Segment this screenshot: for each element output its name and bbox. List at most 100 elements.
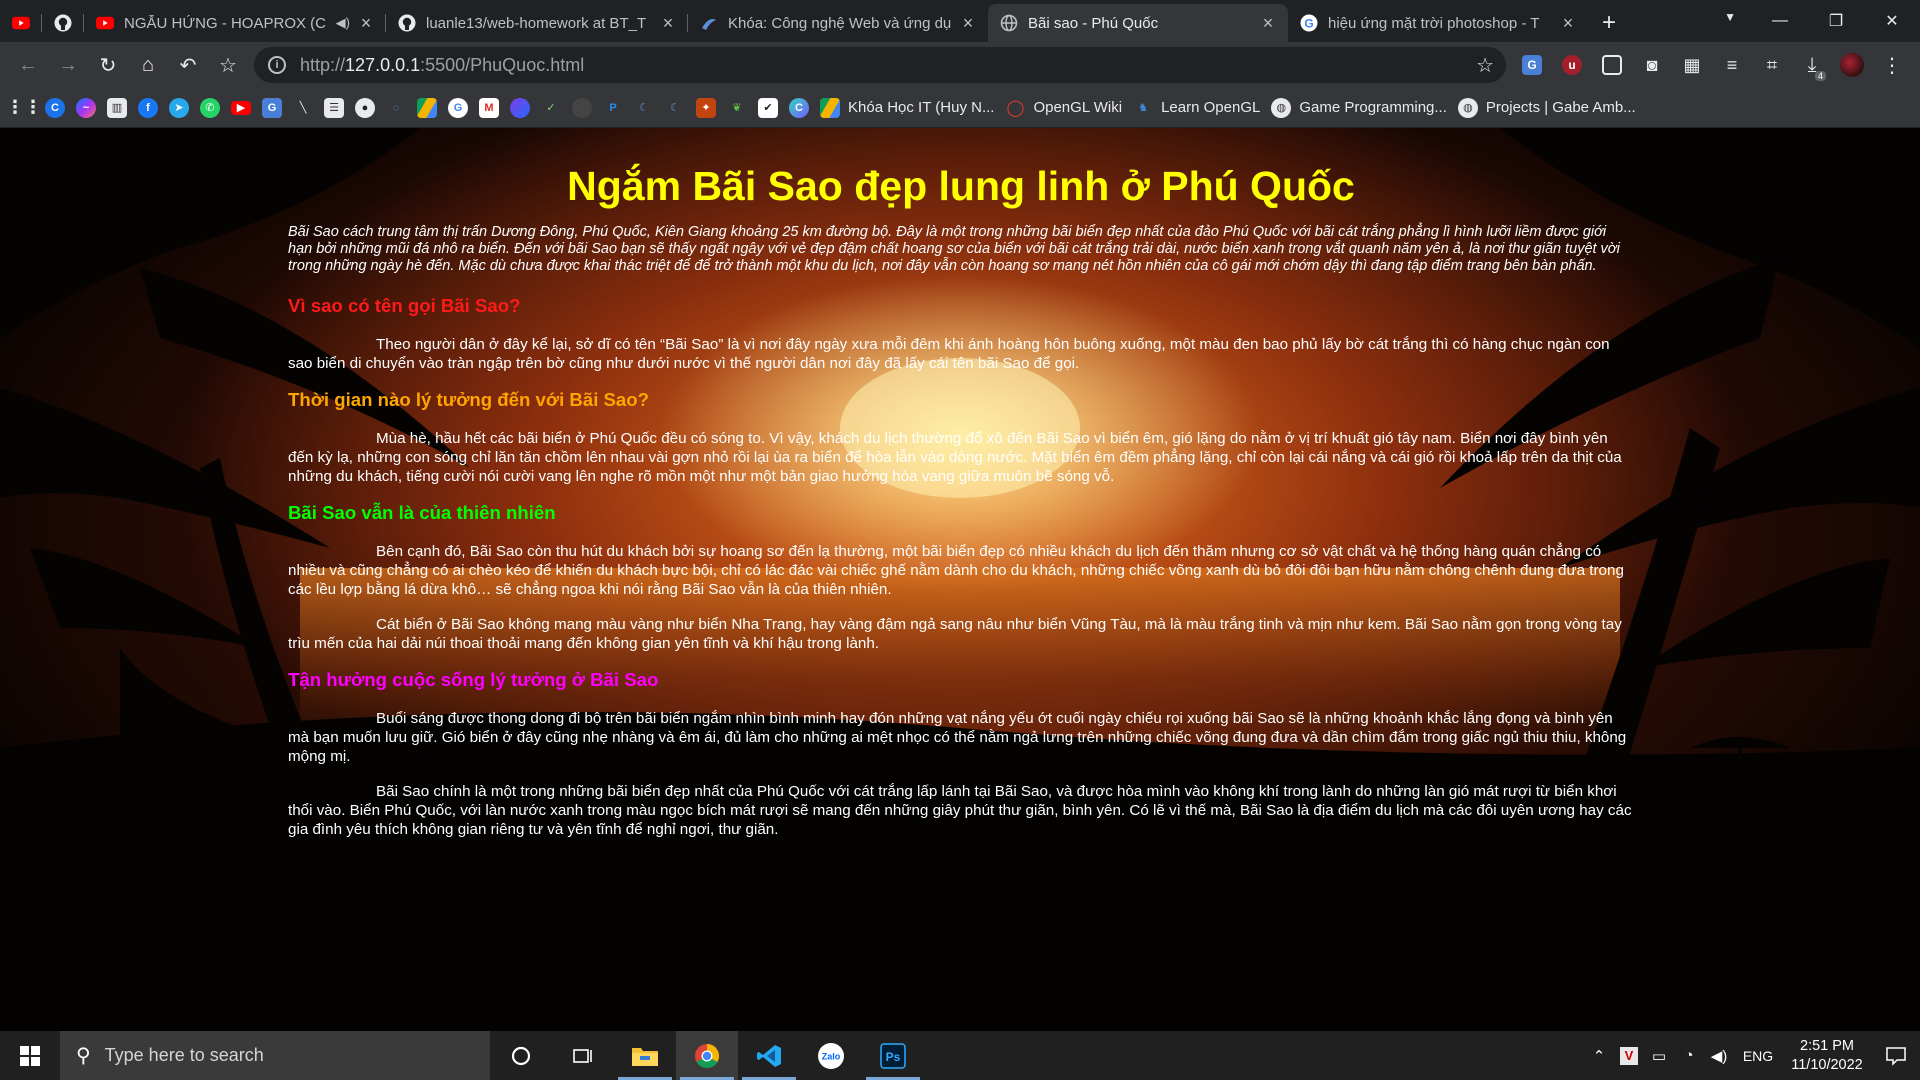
bookmark-star-icon[interactable]: ☆ <box>208 45 248 85</box>
home-button[interactable]: ⌂ <box>128 45 168 85</box>
address-bar[interactable]: i http://127.0.0.1:5500/PhuQuoc.html ☆ <box>254 47 1506 83</box>
cortana-button[interactable] <box>490 1031 552 1080</box>
bookmark-check[interactable]: ✔ <box>758 93 778 123</box>
shield-icon: ✦ <box>696 97 716 118</box>
downloads-icon[interactable]: ⤓ 4 <box>1792 45 1832 85</box>
bookmark-gmail[interactable]: M <box>479 93 499 123</box>
translate-icon: G <box>262 97 282 118</box>
bookmark-game-programming[interactable]: ◍ Game Programming... <box>1271 93 1447 123</box>
tab-title: Khóa: Công nghệ Web và ứng dụ <box>728 14 952 32</box>
ublock-extension-icon[interactable]: u <box>1552 45 1592 85</box>
taskbar-chrome[interactable] <box>676 1031 738 1080</box>
pen-icon: ╲ <box>299 102 307 114</box>
bookmark-moodle-1[interactable]: ☾ <box>634 93 654 123</box>
bookmark-page-star-icon[interactable]: ☆ <box>1476 53 1494 78</box>
speaker-icon[interactable]: ◀) <box>336 15 350 31</box>
taskbar-vscode[interactable] <box>738 1031 800 1080</box>
bookmark-c2[interactable]: C <box>789 93 809 123</box>
start-button[interactable] <box>0 1031 60 1080</box>
bookmark-c[interactable]: C <box>45 93 65 123</box>
notification-center-button[interactable] <box>1872 1046 1920 1066</box>
bookmark-paypal[interactable]: P <box>603 93 623 123</box>
tab-google-search[interactable]: G hiệu ứng mặt trời photoshop - T × <box>1288 4 1588 42</box>
bookmark-whatsapp[interactable]: ✆ <box>200 93 220 123</box>
tab-github-homework[interactable]: luanle13/web-homework at BT_T × <box>386 4 688 42</box>
bookmark-opengl-wiki[interactable]: ◯ OpenGL Wiki <box>1005 93 1123 123</box>
bookmark-moodle-2[interactable]: ☾ <box>665 93 685 123</box>
tray-app-icon[interactable]: V <box>1614 1046 1644 1065</box>
vscode-icon <box>757 1044 781 1067</box>
tab-moodle-course[interactable]: Khóa: Công nghệ Web và ứng dụ × <box>688 4 988 42</box>
taskbar-zalo[interactable]: Zalo <box>800 1031 862 1080</box>
download-count-badge: 4 <box>1814 71 1826 81</box>
tab-bai-sao-active[interactable]: Bãi sao - Phú Quốc × <box>988 4 1288 42</box>
bookmark-translate[interactable]: G <box>262 93 282 123</box>
restore-button[interactable]: ❐ <box>1808 0 1864 42</box>
forward-button[interactable]: → <box>48 45 88 85</box>
moodle-icon <box>700 14 718 32</box>
windows-taskbar: ⚲ Type here to search Zalo Ps ⌃ V ▭ ◔ ◀)… <box>0 1031 1920 1080</box>
tab-youtube-music[interactable]: NGẪU HỨNG - HOAPROX (C ◀) × <box>84 4 386 42</box>
tab-pinned-github[interactable] <box>42 4 84 42</box>
volume-icon[interactable]: ◀) <box>1704 1047 1734 1065</box>
bookmark-leaf[interactable]: ❦ <box>727 93 747 123</box>
tab-title: NGẪU HỨNG - HOAPROX (C <box>124 14 326 32</box>
bookmark-facebook[interactable]: f <box>138 93 158 123</box>
bookmark-stack[interactable]: ☰ <box>324 93 344 123</box>
close-icon[interactable]: × <box>356 13 376 34</box>
bookmark-learn-opengl[interactable]: ♞ Learn OpenGL <box>1133 93 1260 123</box>
show-hidden-icons-chevron-icon[interactable]: ⌃ <box>1584 1047 1614 1065</box>
bookmark-drive[interactable] <box>417 93 437 123</box>
bookmark-projects-gabe[interactable]: ◍ Projects | Gabe Amb... <box>1457 93 1636 123</box>
reload-button[interactable]: ↻ <box>88 45 128 85</box>
window-close-button[interactable]: ✕ <box>1864 0 1920 42</box>
profile-avatar[interactable] <box>1832 45 1872 85</box>
taskbar-photoshop[interactable]: Ps <box>862 1031 924 1080</box>
bookmark-telegram[interactable]: ➤ <box>169 93 189 123</box>
bookmark-orb[interactable] <box>510 93 530 123</box>
back-button[interactable]: ← <box>8 45 48 85</box>
task-view-button[interactable] <box>552 1031 614 1080</box>
facebook-icon: f <box>138 97 158 118</box>
wifi-icon[interactable]: ◔ <box>1674 1047 1704 1064</box>
bookmark-shield[interactable]: ✦ <box>696 93 716 123</box>
close-icon[interactable]: × <box>1258 13 1278 34</box>
minimize-button[interactable]: — <box>1752 0 1808 42</box>
bookmark-messenger[interactable]: ~ <box>76 93 96 123</box>
bookmark-apps[interactable]: ⋮⋮ <box>6 93 42 123</box>
bookmark-spinner[interactable]: ◌ <box>386 93 406 123</box>
close-icon[interactable]: × <box>658 13 678 34</box>
playlist-icon[interactable]: ≡ <box>1712 45 1752 85</box>
grid-extension-icon[interactable]: ▦ <box>1672 45 1712 85</box>
language-indicator[interactable]: ENG <box>1734 1048 1782 1064</box>
tab-pinned-youtube[interactable] <box>0 4 42 42</box>
page-title: Ngắm Bãi Sao đẹp lung linh ở Phú Quốc <box>567 163 1355 209</box>
bookmark-pen[interactable]: ╲ <box>293 93 313 123</box>
apps-grid-icon: ⋮⋮ <box>6 97 42 117</box>
svg-text:Ps: Ps <box>886 1050 901 1064</box>
bookmark-google[interactable]: G <box>448 93 468 123</box>
bookmark-github[interactable]: ● <box>355 93 375 123</box>
tab-search-icon[interactable]: ▼ <box>1724 10 1736 24</box>
bookmark-circle[interactable] <box>572 93 592 123</box>
bookmark-chart[interactable]: ✓ <box>541 93 561 123</box>
site-info-icon[interactable]: i <box>268 56 286 74</box>
close-icon[interactable]: × <box>958 13 978 34</box>
clock[interactable]: 2:51 PM 11/10/2022 <box>1782 1037 1872 1075</box>
undo-icon[interactable]: ↶ <box>168 45 208 85</box>
camera-extension-icon[interactable]: ◙ <box>1632 45 1672 85</box>
new-tab-button[interactable]: + <box>1588 4 1630 42</box>
battery-icon[interactable]: ▭ <box>1644 1047 1674 1065</box>
window-extension-icon[interactable] <box>1592 45 1632 85</box>
bookmark-khoa-hoc-it[interactable]: Khóa Học IT (Huy N... <box>820 93 994 123</box>
crop-icon[interactable]: ⌗ <box>1752 45 1792 85</box>
bookmark-youtube[interactable]: ▶ <box>231 93 251 123</box>
moodle-icon: ☾ <box>670 102 680 114</box>
taskbar-file-explorer[interactable] <box>614 1031 676 1080</box>
close-icon[interactable]: × <box>1558 13 1578 34</box>
menu-kebab-icon[interactable]: ⋮ <box>1872 45 1912 85</box>
url-text[interactable]: http://127.0.0.1:5500/PhuQuoc.html <box>300 55 584 76</box>
taskbar-search-box[interactable]: ⚲ Type here to search <box>60 1031 490 1080</box>
bookmark-trello[interactable]: ▥ <box>107 93 127 123</box>
translate-extension-icon[interactable]: G <box>1512 45 1552 85</box>
